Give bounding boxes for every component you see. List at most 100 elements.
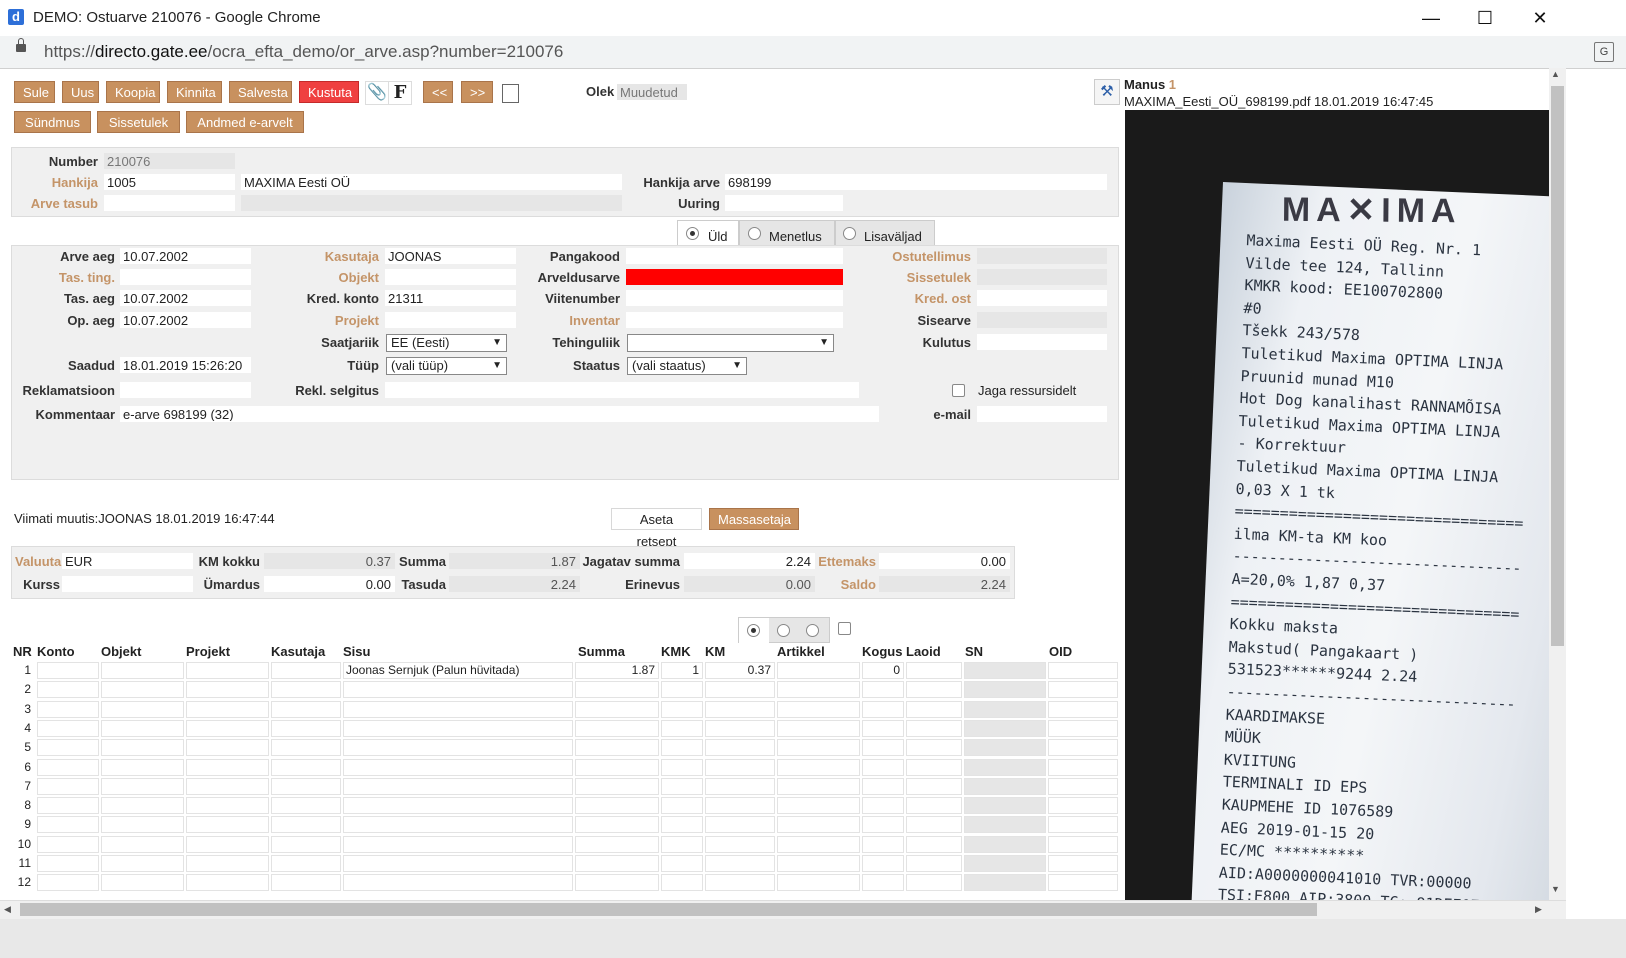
cell-kogus[interactable] bbox=[862, 758, 904, 776]
cell-sisu[interactable] bbox=[343, 758, 573, 776]
cell-summa[interactable] bbox=[575, 739, 659, 757]
cell-kasutaja[interactable] bbox=[271, 797, 341, 815]
cell-summa[interactable] bbox=[575, 855, 659, 872]
cell-objekt[interactable] bbox=[101, 835, 184, 853]
cell-kmk[interactable] bbox=[661, 874, 703, 892]
cell-km[interactable] bbox=[705, 777, 775, 795]
cell-laoid[interactable] bbox=[906, 739, 962, 757]
cell-kogus[interactable] bbox=[862, 816, 904, 834]
grid-view-radio-2[interactable] bbox=[777, 624, 790, 637]
complaint-field[interactable] bbox=[120, 382, 251, 398]
cell-konto[interactable] bbox=[37, 855, 99, 872]
cell-km[interactable] bbox=[705, 835, 775, 853]
paperclip-icon[interactable]: 📎 bbox=[365, 81, 389, 105]
state-select[interactable]: (vali staatus) ▼ bbox=[627, 357, 747, 375]
project-field[interactable] bbox=[385, 312, 516, 328]
payment-terms-label[interactable]: Tas. ting. bbox=[20, 270, 115, 285]
cell-sisu[interactable] bbox=[343, 777, 573, 795]
cell-summa[interactable] bbox=[575, 835, 659, 853]
cell-oid[interactable] bbox=[1048, 662, 1118, 679]
cred-purchase-label[interactable]: Kred. ost bbox=[870, 291, 971, 306]
account-field[interactable] bbox=[626, 269, 843, 285]
cell-kmk[interactable] bbox=[661, 777, 703, 795]
cell-kasutaja[interactable] bbox=[271, 700, 341, 718]
vertical-scroll-thumb[interactable] bbox=[1551, 86, 1564, 646]
cell-kmk[interactable] bbox=[661, 816, 703, 834]
event-button[interactable]: Sündmus bbox=[14, 111, 91, 133]
cell-kmk[interactable] bbox=[661, 739, 703, 757]
receipt-button[interactable]: Sissetulek bbox=[97, 111, 180, 133]
cred-purchase-field[interactable] bbox=[977, 290, 1107, 306]
cell-projekt[interactable] bbox=[186, 816, 269, 834]
cell-laoid[interactable] bbox=[906, 681, 962, 699]
cell-sisu[interactable] bbox=[343, 874, 573, 892]
user-label[interactable]: Kasutaja bbox=[280, 249, 379, 264]
close-window-button[interactable]: ✕ bbox=[1517, 4, 1563, 32]
copy-button[interactable]: Koopia bbox=[106, 81, 160, 103]
cell-kogus[interactable] bbox=[862, 797, 904, 815]
col-header-kmk[interactable]: KMK bbox=[661, 644, 691, 659]
cell-objekt[interactable] bbox=[101, 816, 184, 834]
cell-artikkel[interactable] bbox=[777, 816, 860, 834]
receipt-label[interactable]: Sissetulek bbox=[870, 270, 971, 285]
cell-konto[interactable] bbox=[37, 777, 99, 795]
supplier-name-field[interactable]: MAXIMA Eesti OÜ bbox=[241, 174, 622, 190]
col-header-artikkel[interactable]: Artikkel bbox=[777, 644, 825, 659]
attachment-filename[interactable]: MAXIMA_Eesti_OÜ_698199.pdf 18.01.2019 16… bbox=[1124, 94, 1433, 109]
cell-laoid[interactable] bbox=[906, 777, 962, 795]
cell-sisu[interactable] bbox=[343, 797, 573, 815]
currency-field[interactable]: EUR bbox=[62, 553, 193, 569]
comment-field[interactable]: e-arve 698199 (32) bbox=[120, 406, 879, 422]
cell-objekt[interactable] bbox=[101, 855, 184, 872]
cell-kmk[interactable] bbox=[661, 835, 703, 853]
attachment-count[interactable]: 1 bbox=[1169, 77, 1176, 92]
cell-sisu[interactable]: Joonas Sernjuk (Palun hüvitada) bbox=[343, 662, 573, 679]
cell-kogus[interactable] bbox=[862, 874, 904, 892]
cell-kasutaja[interactable] bbox=[271, 681, 341, 699]
maximize-button[interactable]: ☐ bbox=[1462, 4, 1508, 32]
reference-field[interactable] bbox=[626, 290, 843, 306]
f-icon[interactable]: F bbox=[388, 81, 412, 105]
cell-laoid[interactable] bbox=[906, 758, 962, 776]
attachment-preview[interactable]: MA✕IMA Maxima Eesti OÜ Reg. Nr. 1 Vilde … bbox=[1125, 110, 1549, 900]
cell-konto[interactable] bbox=[37, 835, 99, 853]
cell-projekt[interactable] bbox=[186, 874, 269, 892]
supplier-label[interactable]: Hankija bbox=[20, 175, 98, 190]
cell-artikkel[interactable] bbox=[777, 835, 860, 853]
cell-konto[interactable] bbox=[37, 816, 99, 834]
cell-objekt[interactable] bbox=[101, 777, 184, 795]
cell-artikkel[interactable] bbox=[777, 739, 860, 757]
inventory-label[interactable]: Inventar bbox=[520, 313, 620, 328]
cell-konto[interactable] bbox=[37, 681, 99, 699]
cell-konto[interactable] bbox=[37, 874, 99, 892]
save-button[interactable]: Salvesta bbox=[229, 81, 292, 103]
cell-summa[interactable] bbox=[575, 719, 659, 737]
cell-km[interactable] bbox=[705, 797, 775, 815]
sender-country-select[interactable]: EE (Eesti) ▼ bbox=[386, 334, 507, 352]
cell-summa[interactable] bbox=[575, 700, 659, 718]
cell-oid[interactable] bbox=[1048, 681, 1118, 699]
cell-sisu[interactable] bbox=[343, 816, 573, 834]
cell-kogus[interactable] bbox=[862, 855, 904, 872]
tab-general[interactable]: Üld bbox=[677, 220, 739, 246]
scroll-left-icon[interactable]: ◀ bbox=[4, 904, 11, 915]
cell-objekt[interactable] bbox=[101, 758, 184, 776]
cell-laoid[interactable] bbox=[906, 855, 962, 872]
cell-kmk[interactable] bbox=[661, 719, 703, 737]
procedure-radio[interactable] bbox=[748, 227, 761, 240]
cell-objekt[interactable] bbox=[101, 681, 184, 699]
cell-projekt[interactable] bbox=[186, 777, 269, 795]
cell-konto[interactable] bbox=[37, 797, 99, 815]
next-button[interactable]: >> bbox=[461, 81, 493, 103]
minimize-button[interactable]: — bbox=[1408, 4, 1454, 32]
close-button[interactable]: Sule bbox=[14, 81, 55, 103]
cell-oid[interactable] bbox=[1048, 758, 1118, 776]
cell-summa[interactable] bbox=[575, 874, 659, 892]
invoice-date-field[interactable]: 10.07.2002 bbox=[120, 248, 251, 264]
due-date-field[interactable]: 10.07.2002 bbox=[120, 290, 251, 306]
user-field[interactable]: JOONAS bbox=[385, 248, 516, 264]
cell-projekt[interactable] bbox=[186, 797, 269, 815]
cell-artikkel[interactable] bbox=[777, 855, 860, 872]
col-header-kasutaja[interactable]: Kasutaja bbox=[271, 644, 325, 659]
currency-label[interactable]: Valuuta bbox=[15, 554, 61, 569]
